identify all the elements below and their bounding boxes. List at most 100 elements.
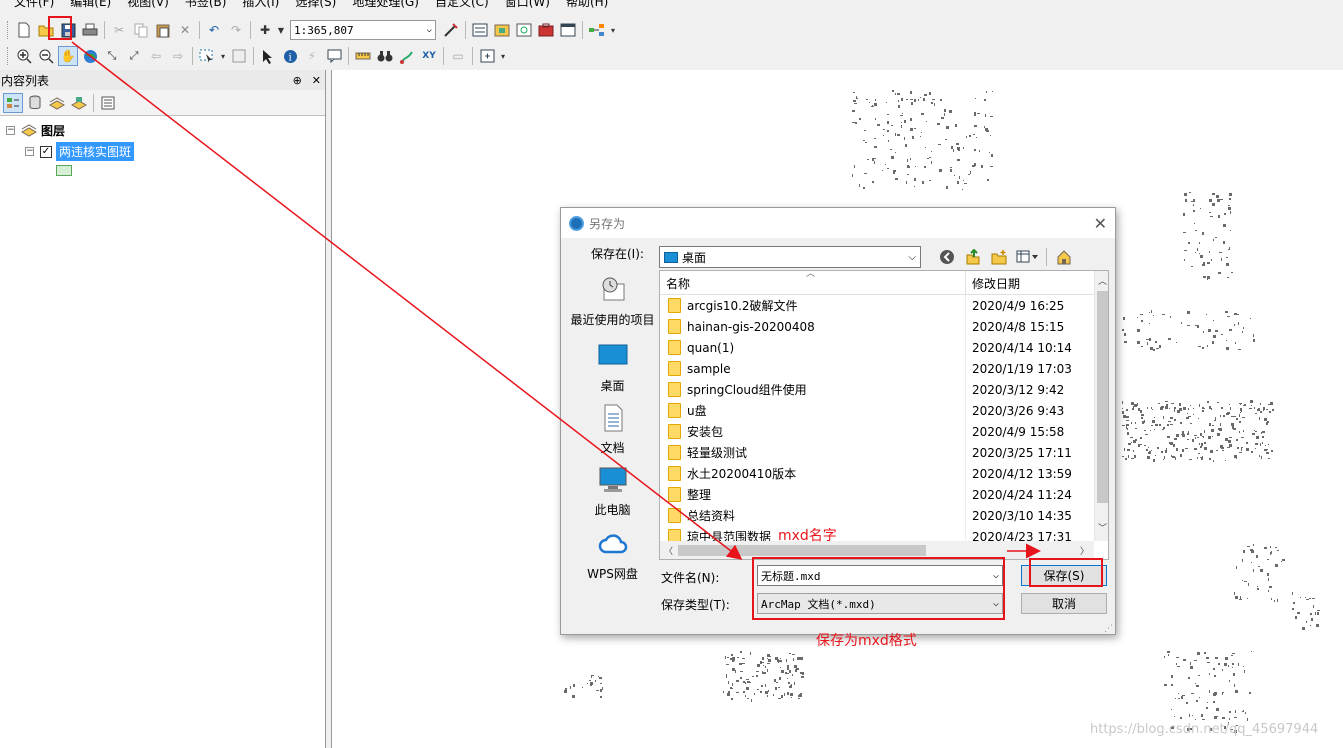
- chevron-down-icon[interactable]: ⌵: [427, 25, 432, 35]
- model-builder-icon[interactable]: [587, 20, 607, 40]
- catalog-icon[interactable]: [492, 20, 512, 40]
- print-icon[interactable]: [80, 20, 100, 40]
- vertical-scrollbar[interactable]: ︿ ﹀: [1094, 271, 1108, 541]
- list-by-drawing-order-icon[interactable]: [3, 92, 23, 113]
- menu-file[interactable]: 文件(F): [6, 0, 62, 12]
- paste-icon[interactable]: [153, 20, 173, 40]
- time-slider-icon[interactable]: ▭: [448, 46, 468, 66]
- measure-icon[interactable]: [353, 46, 373, 66]
- chevron-down-icon[interactable]: ▼: [277, 20, 285, 40]
- menu-customize[interactable]: 自定义(C): [427, 0, 497, 12]
- add-data-icon[interactable]: ✚: [255, 20, 275, 40]
- menu-view[interactable]: 视图(V): [119, 0, 177, 12]
- list-item[interactable]: quan(1) 2020/4/14 10:14: [660, 337, 1094, 358]
- menu-help[interactable]: 帮助(H): [558, 0, 616, 12]
- forward-arrow-icon[interactable]: ⇨: [168, 46, 188, 66]
- hyperlink-icon[interactable]: ⚡: [302, 46, 322, 66]
- cut-icon[interactable]: ✂: [109, 20, 129, 40]
- full-extent-globe-icon[interactable]: [80, 46, 100, 66]
- save-in-dropdown[interactable]: 桌面 ⌵: [659, 246, 921, 268]
- list-item[interactable]: u盘 2020/3/26 9:43: [660, 400, 1094, 421]
- collapse-icon[interactable]: −: [25, 147, 34, 156]
- up-folder-icon[interactable]: [962, 246, 984, 268]
- chevron-down-icon[interactable]: ▾: [219, 46, 227, 66]
- layer-visibility-checkbox[interactable]: ✓: [40, 145, 52, 158]
- list-item[interactable]: 整理 2020/4/24 11:24: [660, 484, 1094, 505]
- fixed-zoom-out-icon[interactable]: ⤢: [124, 46, 144, 66]
- close-icon[interactable]: ✕: [312, 74, 321, 87]
- redo-icon[interactable]: ↷: [226, 20, 246, 40]
- view-menu-icon[interactable]: [1014, 246, 1040, 268]
- home-icon[interactable]: [1053, 246, 1075, 268]
- menu-windows[interactable]: 窗口(W): [497, 0, 558, 12]
- select-features-icon[interactable]: [197, 46, 217, 66]
- find-route-icon[interactable]: [397, 46, 417, 66]
- fixed-zoom-in-icon[interactable]: ⤡: [102, 46, 122, 66]
- list-item[interactable]: 轻量级测试 2020/3/25 17:11: [660, 442, 1094, 463]
- new-document-icon[interactable]: [14, 20, 34, 40]
- cancel-button[interactable]: 取消: [1021, 593, 1107, 614]
- toolbar-grip[interactable]: [7, 21, 10, 39]
- pan-hand-icon[interactable]: ✋: [58, 46, 78, 66]
- column-header-date[interactable]: 修改日期: [966, 271, 1094, 294]
- place-this-pc[interactable]: 此电脑: [566, 466, 659, 518]
- chevron-down-icon[interactable]: ⌵: [908, 252, 916, 263]
- vertical-scroll-thumb[interactable]: [1097, 291, 1108, 503]
- collapse-icon[interactable]: −: [6, 126, 15, 135]
- place-recent[interactable]: 最近使用的项目: [566, 276, 659, 328]
- toolbar-grip[interactable]: [7, 47, 10, 65]
- place-desktop[interactable]: 桌面: [566, 342, 659, 394]
- editor-toolbar-icon[interactable]: [441, 20, 461, 40]
- map-scale-combobox[interactable]: 1:365,807 ⌵: [290, 20, 436, 40]
- table-of-contents-icon[interactable]: [470, 20, 490, 40]
- new-folder-icon[interactable]: [988, 246, 1010, 268]
- scroll-up-icon[interactable]: ︿: [1098, 274, 1107, 287]
- chevron-down-icon[interactable]: ▾: [609, 20, 617, 40]
- clear-selection-icon[interactable]: [229, 46, 249, 66]
- resize-grip-icon[interactable]: ⋰: [1104, 624, 1113, 634]
- scroll-right-icon[interactable]: 〉: [1080, 544, 1089, 557]
- list-item[interactable]: sample 2020/1/19 17:03: [660, 358, 1094, 379]
- arctoolbox-icon[interactable]: [536, 20, 556, 40]
- identify-icon[interactable]: i: [280, 46, 300, 66]
- back-icon[interactable]: [936, 246, 958, 268]
- legend-symbol-swatch[interactable]: [56, 165, 72, 176]
- layer-name[interactable]: 两违核实图斑: [56, 142, 135, 161]
- list-by-source-icon[interactable]: [25, 93, 45, 113]
- place-documents[interactable]: 文档: [566, 404, 659, 456]
- horizontal-scroll-thumb[interactable]: [678, 545, 926, 556]
- find-binoculars-icon[interactable]: [375, 46, 395, 66]
- list-item[interactable]: 总结资料 2020/3/10 14:35: [660, 505, 1094, 526]
- menu-bookmarks[interactable]: 书签(B): [177, 0, 235, 12]
- zoom-out-icon[interactable]: [36, 46, 56, 66]
- menu-edit[interactable]: 编辑(E): [62, 0, 119, 12]
- list-by-visibility-icon[interactable]: [47, 93, 67, 113]
- back-arrow-icon[interactable]: ⇦: [146, 46, 166, 66]
- place-wps-cloud[interactable]: WPS网盘: [566, 530, 659, 582]
- list-item[interactable]: hainan-gis-20200408 2020/4/8 15:15: [660, 316, 1094, 337]
- select-elements-arrow-icon[interactable]: [258, 46, 278, 66]
- list-item[interactable]: arcgis10.2破解文件 2020/4/9 16:25: [660, 295, 1094, 316]
- create-viewer-window-icon[interactable]: [477, 46, 497, 66]
- undo-icon[interactable]: ↶: [204, 20, 224, 40]
- pin-icon[interactable]: ⊕: [293, 74, 302, 87]
- html-popup-icon[interactable]: [324, 46, 344, 66]
- list-by-selection-icon[interactable]: [69, 93, 89, 113]
- menu-selection[interactable]: 选择(S): [287, 0, 344, 12]
- zoom-in-icon[interactable]: [14, 46, 34, 66]
- menu-geoprocessing[interactable]: 地理处理(G): [344, 0, 427, 12]
- column-header-name[interactable]: ︿ 名称: [660, 271, 966, 294]
- list-item[interactable]: 水土20200410版本 2020/4/12 13:59: [660, 463, 1094, 484]
- python-window-icon[interactable]: [558, 20, 578, 40]
- tree-layer-row[interactable]: − ✓ 两违核实图斑: [25, 142, 135, 161]
- copy-icon[interactable]: [131, 20, 151, 40]
- chevron-down-icon[interactable]: ▾: [499, 46, 507, 66]
- go-to-xy-icon[interactable]: XY: [419, 46, 439, 66]
- scroll-down-icon[interactable]: ﹀: [1098, 521, 1107, 534]
- scroll-left-icon[interactable]: 〈: [664, 544, 673, 557]
- list-item[interactable]: springCloud组件使用 2020/3/12 9:42: [660, 379, 1094, 400]
- delete-icon[interactable]: ✕: [175, 20, 195, 40]
- menu-insert[interactable]: 插入(I): [234, 0, 287, 12]
- list-item[interactable]: 安装包 2020/4/9 15:58: [660, 421, 1094, 442]
- tree-root-layers[interactable]: − 图层: [6, 122, 65, 139]
